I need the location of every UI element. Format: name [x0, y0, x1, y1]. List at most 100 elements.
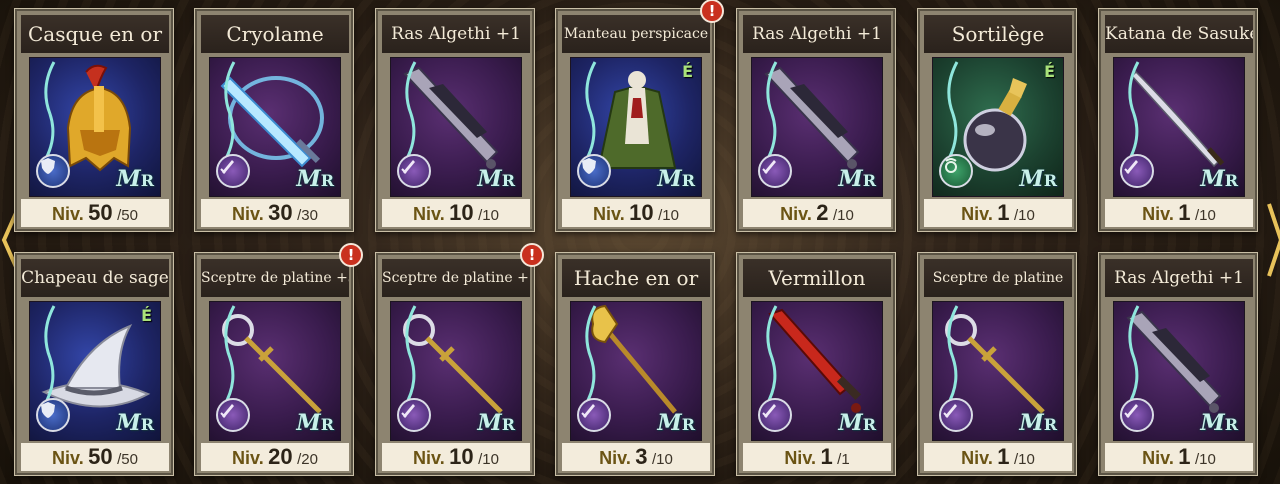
- equipment-art: MR: [390, 301, 522, 441]
- equipment-art: MR: [390, 57, 522, 197]
- equipment-art: MR: [751, 57, 883, 197]
- weapon-type-icon: [1120, 154, 1154, 188]
- level-current: 20: [268, 444, 293, 469]
- weapon-type-icon: [216, 398, 250, 432]
- level-max: /10: [1013, 451, 1035, 468]
- level-label: Niv.: [784, 448, 816, 468]
- level-max: /10: [832, 207, 854, 224]
- weapon-type-icon: [577, 398, 611, 432]
- equipment-name: Vermillon: [743, 259, 891, 297]
- equipment-art: MR: [1113, 57, 1245, 197]
- level-max: /10: [1194, 207, 1216, 224]
- equipment-art: É MR: [932, 57, 1064, 197]
- level-label: Niv.: [1142, 448, 1174, 468]
- level-current: 10: [449, 444, 474, 469]
- level-bar: Niv. 10 /10: [562, 199, 710, 227]
- level-max: /10: [651, 451, 673, 468]
- level-bar: Niv. 1 /10: [1105, 199, 1253, 227]
- level-label: Niv.: [1142, 204, 1174, 224]
- equipment-card[interactable]: Manteau perspicace É MR Niv. 10 /10 !: [555, 0, 724, 232]
- equipment-art: É MR: [570, 57, 702, 197]
- level-current: 30: [268, 200, 293, 225]
- awakened-mark: É: [1044, 62, 1055, 81]
- equipment-name: Sceptre de platine +1: [382, 259, 530, 297]
- equipment-name: Sceptre de platine +3: [201, 259, 349, 297]
- level-current: 10: [449, 200, 474, 225]
- equipment-card[interactable]: Sceptre de platine +3 MR Niv. 20 /20 !: [194, 243, 363, 476]
- level-bar: Niv. 1 /1: [743, 443, 891, 471]
- equipment-card[interactable]: Hache en or MR Niv. 3 /10: [555, 252, 715, 476]
- equipment-name: Ras Algethi +1: [1105, 259, 1253, 297]
- level-bar: Niv. 30 /30: [201, 199, 349, 227]
- level-bar: Niv. 10 /10: [382, 443, 530, 471]
- equipment-name: Cryolame: [201, 15, 349, 53]
- weapon-type-icon: [939, 398, 973, 432]
- level-label: Niv.: [232, 448, 264, 468]
- weapon-type-icon: [397, 154, 431, 188]
- equipment-card[interactable]: Ras Algethi +1 MR Niv. 2 /10: [736, 8, 896, 232]
- equipment-card[interactable]: Sceptre de platine MR Niv. 1 /10: [917, 252, 1077, 476]
- level-bar: Niv. 1 /10: [924, 443, 1072, 471]
- level-current: 3: [635, 444, 648, 469]
- mr-rarity-badge: MR: [116, 166, 154, 192]
- alert-badge[interactable]: !: [339, 243, 363, 267]
- weapon-type-icon: [216, 154, 250, 188]
- equipment-card[interactable]: Katana de Sasuke MR Niv. 1 /10: [1098, 8, 1258, 232]
- equipment-card[interactable]: Chapeau de sage É MR Niv. 50 /50: [14, 252, 174, 476]
- equipment-card[interactable]: Casque en or MR Niv. 50 /50: [14, 8, 174, 232]
- equipment-art: MR: [209, 301, 341, 441]
- equipment-art: MR: [209, 57, 341, 197]
- scroll-right-arrow-icon[interactable]: [1262, 200, 1280, 280]
- equipment-card[interactable]: Sortilège É MR Niv. 1 /10: [917, 8, 1077, 232]
- level-current: 1: [1178, 444, 1191, 469]
- level-current: 50: [88, 200, 113, 225]
- equipment-art: MR: [1113, 301, 1245, 441]
- mr-rarity-badge: MR: [1019, 410, 1057, 436]
- accessory-type-icon: [939, 154, 973, 188]
- mr-rarity-badge: MR: [838, 410, 876, 436]
- equipment-art: MR: [751, 301, 883, 441]
- level-max: /20: [297, 451, 318, 468]
- mr-rarity-badge: MR: [1019, 166, 1057, 192]
- equipment-name: Ras Algethi +1: [743, 15, 891, 53]
- equipment-card[interactable]: Vermillon MR Niv. 1 /1: [736, 252, 896, 476]
- equipment-card[interactable]: Sceptre de platine +1 MR Niv. 10 /10 !: [375, 243, 544, 476]
- level-max: /10: [1013, 207, 1035, 224]
- mr-rarity-badge: MR: [1200, 410, 1238, 436]
- level-bar: Niv. 10 /10: [382, 199, 530, 227]
- equipment-name: Chapeau de sage: [21, 259, 169, 297]
- level-max: /50: [117, 451, 138, 468]
- armor-type-icon: [577, 154, 611, 188]
- armor-type-icon: [36, 398, 70, 432]
- equipment-art: É MR: [29, 301, 161, 441]
- equipment-card[interactable]: Ras Algethi +1 MR Niv. 10 /10: [375, 8, 535, 232]
- alert-badge[interactable]: !: [520, 243, 544, 267]
- level-bar: Niv. 2 /10: [743, 199, 891, 227]
- alert-badge[interactable]: !: [700, 0, 724, 23]
- level-label: Niv.: [52, 204, 84, 224]
- level-bar: Niv. 1 /10: [924, 199, 1072, 227]
- level-label: Niv.: [593, 204, 625, 224]
- level-bar: Niv. 1 /10: [1105, 443, 1253, 471]
- equipment-card[interactable]: Cryolame MR Niv. 30 /30: [194, 8, 354, 232]
- equipment-name: Katana de Sasuke: [1105, 15, 1253, 53]
- mr-rarity-badge: MR: [1200, 166, 1238, 192]
- level-current: 50: [88, 444, 113, 469]
- level-bar: Niv. 50 /50: [21, 199, 169, 227]
- weapon-type-icon: [758, 154, 792, 188]
- level-current: 1: [997, 200, 1010, 225]
- armor-type-icon: [36, 154, 70, 188]
- equipment-name: Casque en or: [21, 15, 169, 53]
- level-current: 2: [816, 200, 829, 225]
- level-max: /10: [478, 207, 499, 224]
- mr-rarity-badge: MR: [116, 410, 154, 436]
- weapon-type-icon: [397, 398, 431, 432]
- mr-rarity-badge: MR: [477, 410, 515, 436]
- level-label: Niv.: [413, 448, 445, 468]
- level-label: Niv.: [961, 448, 993, 468]
- level-max: /30: [297, 207, 318, 224]
- level-max: /10: [478, 451, 499, 468]
- equipment-card[interactable]: Ras Algethi +1 MR Niv. 1 /10: [1098, 252, 1258, 476]
- mr-rarity-badge: MR: [477, 166, 515, 192]
- level-max: /50: [117, 207, 138, 224]
